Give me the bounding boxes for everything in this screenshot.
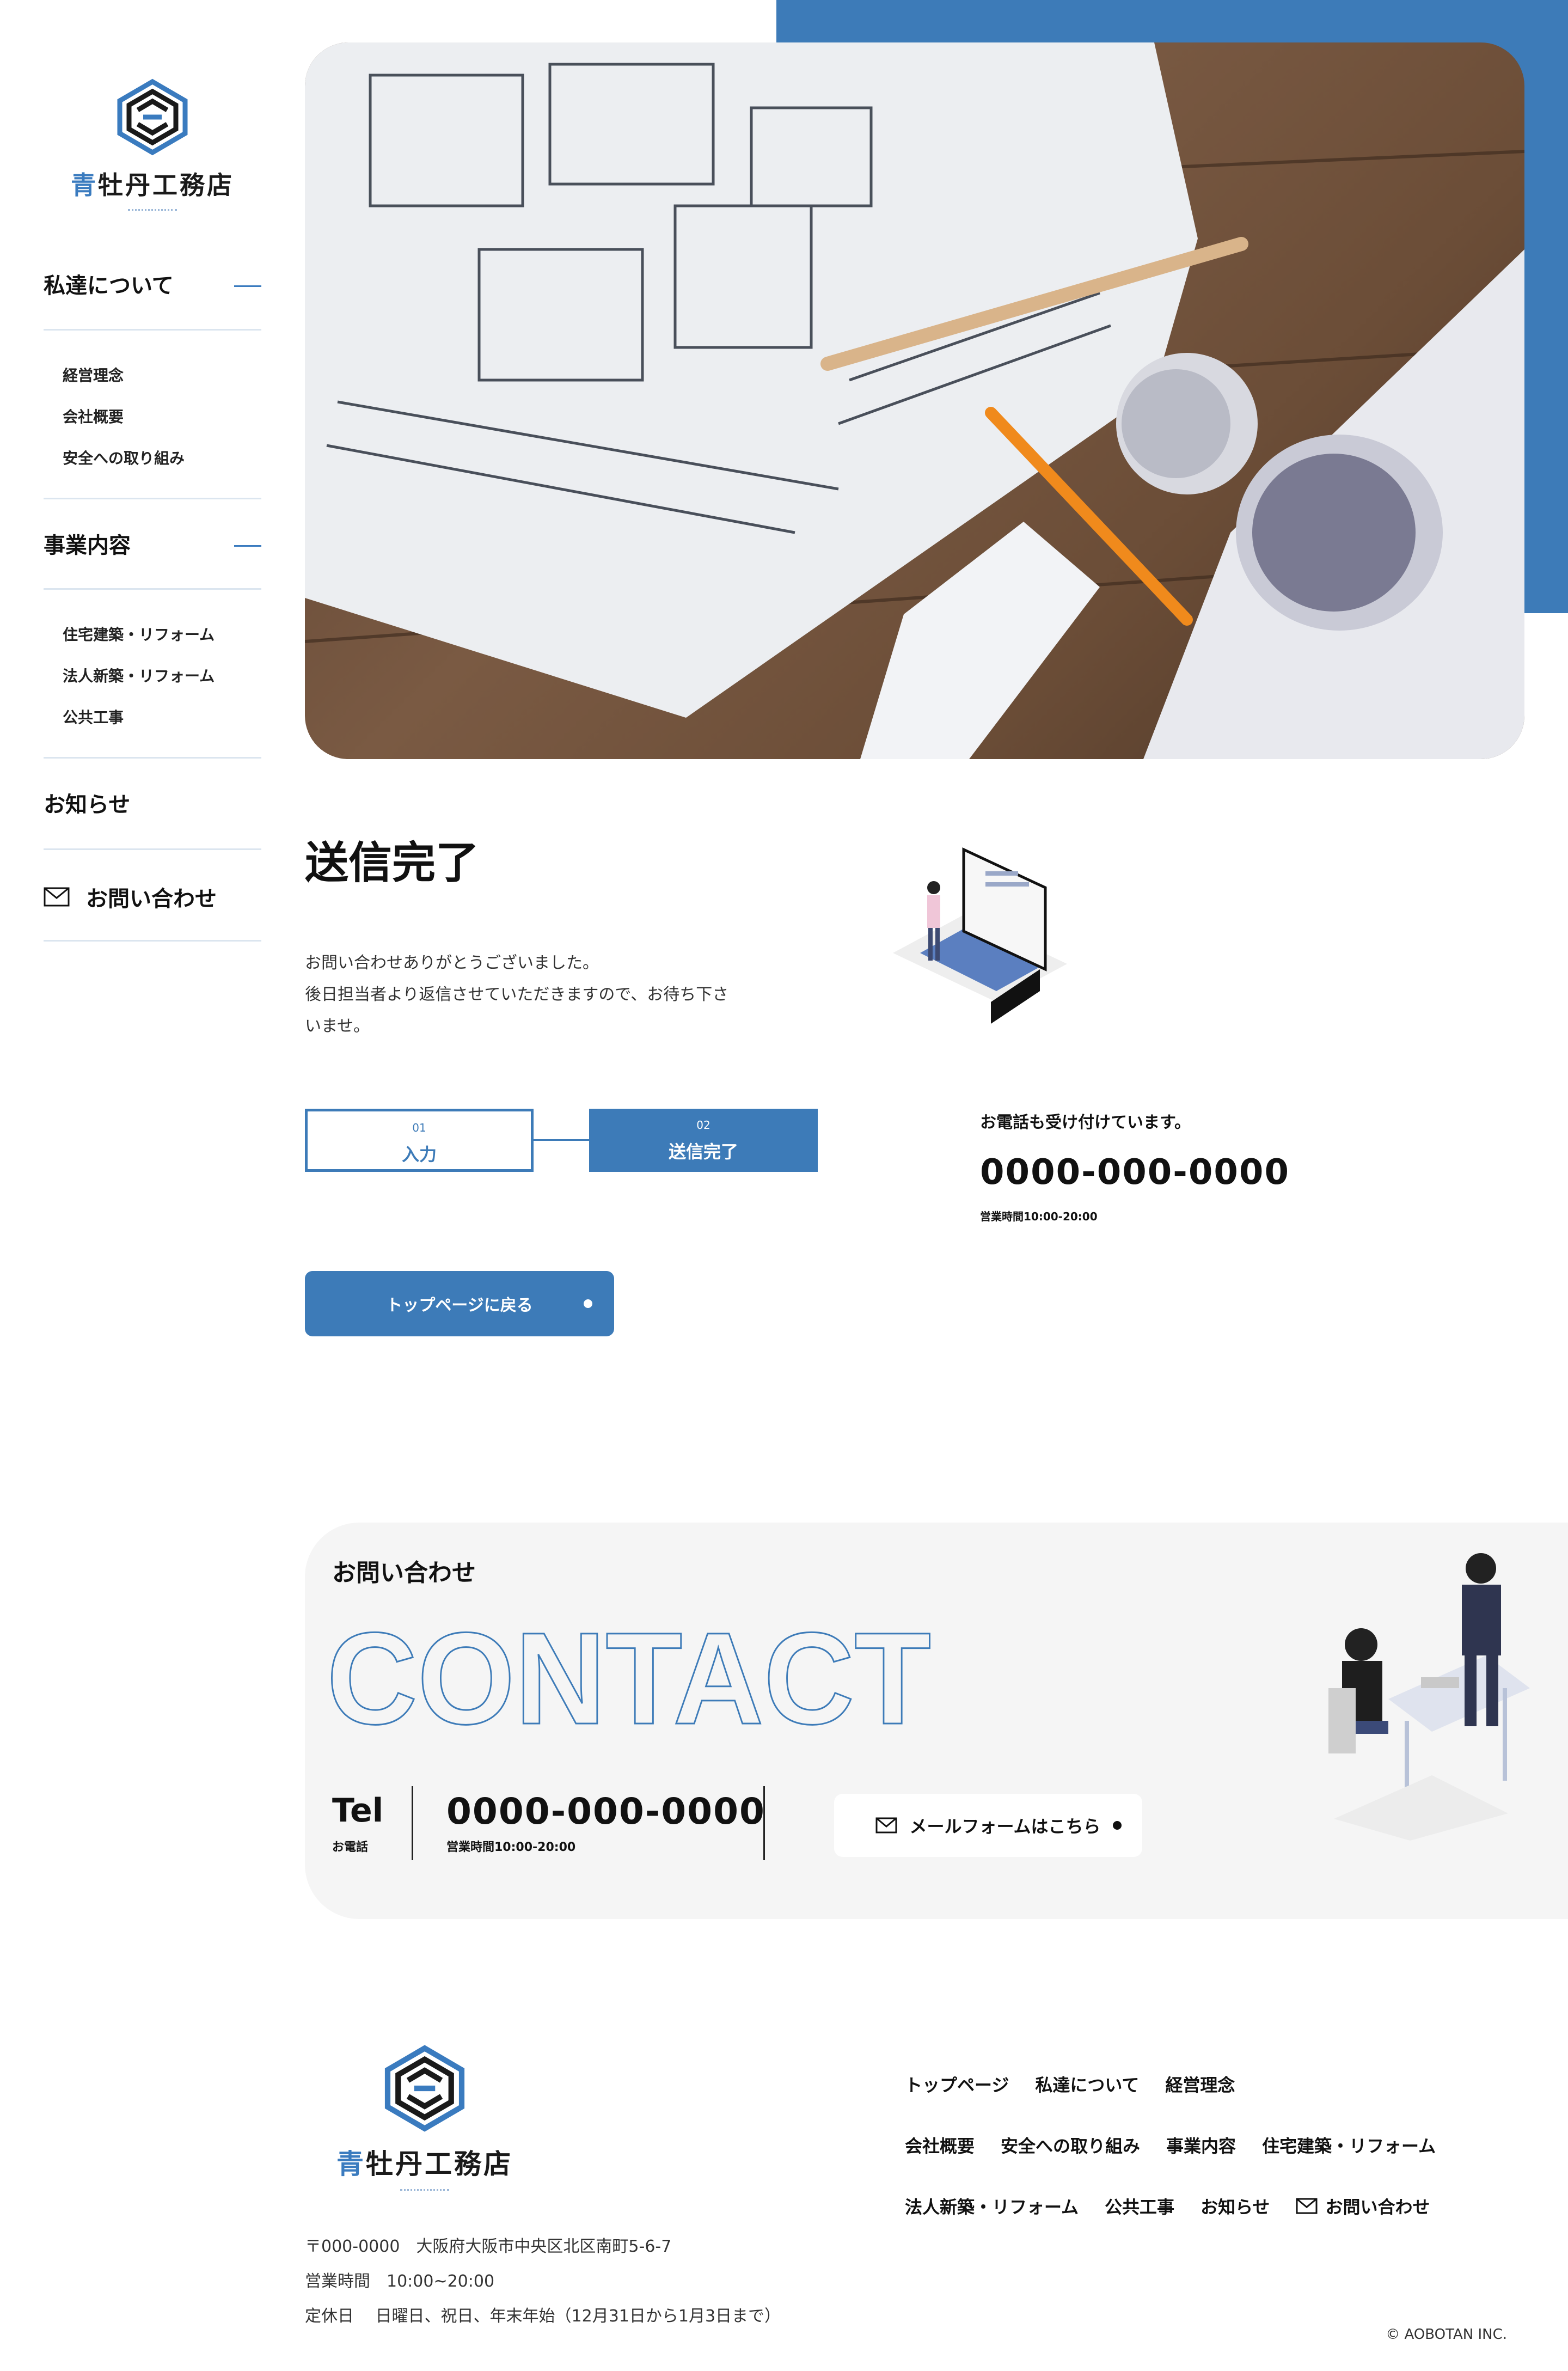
tel-label: Tel (332, 1792, 384, 1830)
svg-text:CONTACT: CONTACT (327, 1612, 931, 1743)
meeting-illustration (1323, 1547, 1530, 1843)
footer-link[interactable]: 公共工事 (1105, 2193, 1174, 2219)
footer-link[interactable]: 法人新築・リフォーム (905, 2193, 1079, 2219)
nav-about[interactable]: 私達について (44, 270, 261, 302)
mail-form-label: メールフォームはこちら (909, 1816, 1101, 1837)
nav-public[interactable]: 公共工事 (63, 706, 124, 728)
mail-icon (875, 1817, 897, 1834)
step-input: 01 入力 (305, 1109, 534, 1172)
nav-contact[interactable]: お問い合わせ (44, 881, 217, 913)
mail-icon (44, 887, 70, 907)
meeting-people-icon (1328, 1553, 1530, 1841)
logo-text: 青牡丹工務店 (71, 170, 234, 200)
phone-number[interactable]: 0000-000-0000 (980, 1152, 1290, 1193)
nav-company[interactable]: 会社概要 (63, 405, 124, 427)
nav-safety[interactable]: 安全への取り組み (63, 447, 185, 468)
divider (44, 498, 261, 499)
back-to-top-button[interactable]: トップページに戻る (305, 1271, 614, 1336)
footer-link[interactable]: 住宅建築・リフォーム (1262, 2132, 1436, 2158)
contact-hours: 営業時間10:00-20:00 (446, 1841, 576, 1854)
back-to-top-label: トップページに戻る (386, 1296, 533, 1315)
collapse-dash-icon (234, 285, 261, 287)
tel-sub-label: お電話 (332, 1841, 369, 1854)
nav-corporate[interactable]: 法人新築・リフォーム (63, 664, 215, 686)
footer-nav-row: トップページ 私達について 経営理念 (905, 2071, 1235, 2097)
step-number: 02 (696, 1119, 710, 1132)
footer-link[interactable]: お知らせ (1200, 2193, 1270, 2219)
page-title: 送信完了 (305, 838, 479, 888)
divider (44, 329, 261, 331)
nav-news-label[interactable]: お知らせ (44, 789, 261, 821)
divider (44, 848, 261, 850)
footer-link[interactable]: 私達について (1035, 2071, 1139, 2097)
laptop-person-icon (893, 847, 1067, 1024)
footer-contact-label: お問い合わせ (1325, 2197, 1430, 2217)
footer-link[interactable]: トップページ (905, 2071, 1009, 2097)
thanks-message: お問い合わせありがとうございました。 後日担当者より返信させていただきますので、… (305, 948, 773, 1042)
logo-mark-icon (384, 2045, 465, 2132)
phone-intro: お電話も受け付けています。 (980, 1113, 1191, 1132)
nav-housing[interactable]: 住宅建築・リフォーム (63, 623, 215, 645)
footer-address: 〒000-0000 大阪府大阪市中央区北区南町5-6-7 (305, 2237, 672, 2256)
footer-holiday: 定休日 日曜日、祝日、年末年始（12月31日から1月3日まで） (305, 2307, 781, 2326)
divider (44, 940, 261, 942)
logo-text: 青牡丹工務店 (336, 2148, 513, 2180)
logo-mark-icon (117, 78, 188, 156)
footer-hours: 営業時間 10:00~20:00 (305, 2272, 495, 2291)
footer-link[interactable]: 会社概要 (905, 2132, 975, 2158)
divider (763, 1786, 765, 1860)
divider (412, 1786, 413, 1860)
laptop-illustration (887, 828, 1073, 1026)
collapse-dash-icon (234, 545, 261, 547)
dot-icon (584, 1299, 592, 1308)
nav-business[interactable]: 事業内容 (44, 529, 261, 562)
mail-icon (1296, 2198, 1318, 2214)
step-label: 入力 (401, 1144, 437, 1165)
contact-outline-title: CONTACT (326, 1605, 958, 1752)
step-connector (534, 1139, 589, 1141)
business-hours: 営業時間10:00-20:00 (980, 1210, 1098, 1223)
mail-form-button[interactable]: メールフォームはこちら (834, 1794, 1142, 1857)
nav-business-label[interactable]: 事業内容 (44, 533, 131, 558)
contact-outline-text: CONTACT (326, 1605, 932, 1752)
hero-image (305, 42, 1524, 759)
divider (44, 757, 261, 759)
contact-phone-number[interactable]: 0000-000-0000 (446, 1791, 765, 1832)
nav-philosophy[interactable]: 経営理念 (63, 364, 124, 386)
logo-underline (400, 2189, 449, 2191)
footer-link[interactable]: 経営理念 (1165, 2071, 1235, 2097)
nav-news[interactable]: お知らせ (44, 789, 261, 821)
footer-contact-link[interactable]: お問い合わせ (1296, 2193, 1430, 2219)
nav-about-label[interactable]: 私達について (44, 273, 174, 298)
footer-nav-row: 法人新築・リフォーム 公共工事 お知らせ お問い合わせ (905, 2193, 1430, 2219)
step-complete: 02 送信完了 (589, 1109, 818, 1172)
message-line: お問い合わせありがとうございました。 (305, 954, 599, 973)
blueprint-illustration (305, 42, 1524, 759)
step-label: 送信完了 (668, 1141, 738, 1162)
message-line: いませ。 (305, 1017, 370, 1036)
divider (44, 588, 261, 590)
copyright: © AOBOTAN INC. (1386, 2326, 1507, 2343)
site-logo[interactable]: 青牡丹工務店 (65, 76, 240, 211)
nav-contact-label: お問い合わせ (86, 887, 217, 912)
footer-nav-row: 会社概要 安全への取り組み 事業内容 住宅建築・リフォーム (905, 2132, 1436, 2158)
contact-heading: お問い合わせ (332, 1559, 476, 1587)
step-number: 01 (412, 1121, 426, 1134)
message-line: 後日担当者より返信させていただきますので、お待ち下さ (305, 985, 729, 1004)
footer-link[interactable]: 事業内容 (1166, 2132, 1236, 2158)
logo-underline (128, 209, 177, 211)
dot-icon (1113, 1821, 1122, 1830)
footer-link[interactable]: 安全への取り組み (1001, 2132, 1140, 2158)
footer-logo[interactable]: 青牡丹工務店 (327, 2042, 523, 2191)
